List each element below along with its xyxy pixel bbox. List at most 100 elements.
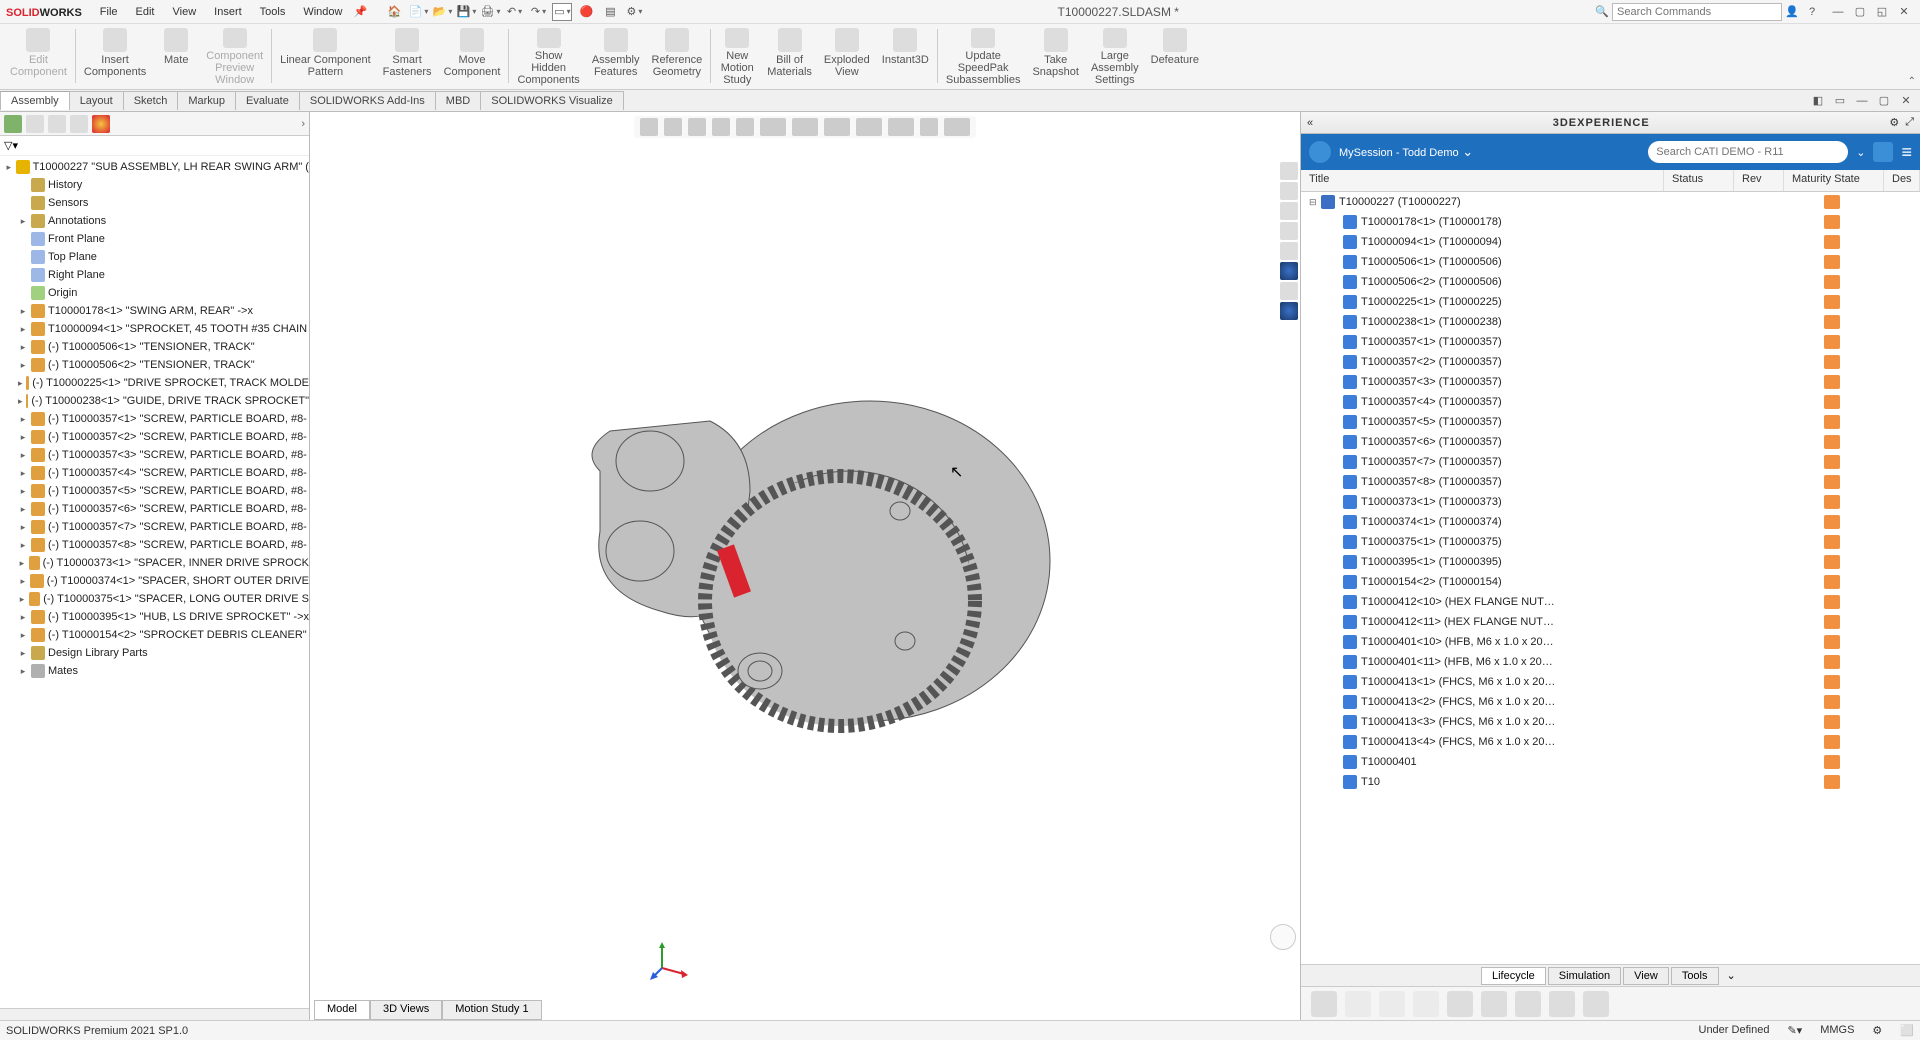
ribbon-instant3d[interactable]: Instant3D bbox=[876, 26, 935, 88]
doc-min-icon[interactable]: ▭ bbox=[1830, 92, 1850, 110]
tree-front-plane[interactable]: Front Plane bbox=[4, 230, 309, 248]
hide-show-icon[interactable] bbox=[824, 118, 850, 136]
ribbon-take[interactable]: TakeSnapshot bbox=[1026, 26, 1084, 88]
rp-item[interactable]: T10000357<7> (T10000357) bbox=[1301, 452, 1920, 472]
render-icon[interactable] bbox=[944, 118, 970, 136]
vp-tab-motion-study-1[interactable]: Motion Study 1 bbox=[442, 1000, 541, 1020]
tab-solidworks-add-ins[interactable]: SOLIDWORKS Add-Ins bbox=[299, 91, 436, 110]
fm-property-icon[interactable] bbox=[26, 115, 44, 133]
rp-item[interactable]: T10000401<10> (HFB, M6 x 1.0 x 20… bbox=[1301, 632, 1920, 652]
tree-part[interactable]: ▸(-) T10000357<3> "SCREW, PARTICLE BOARD… bbox=[4, 446, 309, 464]
rp-item[interactable]: T10000413<3> (FHCS, M6 x 1.0 x 20… bbox=[1301, 712, 1920, 732]
tree-part[interactable]: ▸(-) T10000506<1> "TENSIONER, TRACK" bbox=[4, 338, 309, 356]
search-commands-input[interactable] bbox=[1612, 3, 1782, 21]
action-db-icon[interactable] bbox=[1413, 991, 1439, 1017]
tree-origin[interactable]: Origin bbox=[4, 284, 309, 302]
rp-col-status[interactable]: Status bbox=[1664, 170, 1734, 191]
tree-part[interactable]: ▸(-) T10000374<1> "SPACER, SHORT OUTER D… bbox=[4, 572, 309, 590]
rp-item[interactable]: T10000357<5> (T10000357) bbox=[1301, 412, 1920, 432]
tp-home-icon[interactable] bbox=[1280, 162, 1298, 180]
feedback-bubble-icon[interactable] bbox=[1270, 924, 1296, 950]
tp-view-icon[interactable] bbox=[1280, 242, 1298, 260]
vp-tab-3d-views[interactable]: 3D Views bbox=[370, 1000, 442, 1020]
rp-item[interactable]: T10000357<4> (T10000357) bbox=[1301, 392, 1920, 412]
close-icon[interactable]: ✕ bbox=[1894, 3, 1914, 21]
options-list-icon[interactable]: ▤ bbox=[600, 3, 620, 21]
section-icon[interactable] bbox=[712, 118, 730, 136]
rp-item[interactable]: ⊟T10000227 (T10000227) bbox=[1301, 192, 1920, 212]
minimize-icon[interactable]: — bbox=[1828, 3, 1848, 21]
rp-col-maturity-state[interactable]: Maturity State bbox=[1784, 170, 1884, 191]
tab-mbd[interactable]: MBD bbox=[435, 91, 481, 110]
action-export-icon[interactable] bbox=[1583, 991, 1609, 1017]
menu-window[interactable]: Window bbox=[295, 4, 350, 20]
rp-item[interactable]: T10000373<1> (T10000373) bbox=[1301, 492, 1920, 512]
feature-tree[interactable]: ▸T10000227 "SUB ASSEMBLY, LH REAR SWING … bbox=[0, 156, 309, 1008]
rp-item[interactable]: T10000401 bbox=[1301, 752, 1920, 772]
tree-history[interactable]: History bbox=[4, 176, 309, 194]
panel-expand-icon[interactable]: ⤢ bbox=[1905, 116, 1914, 129]
threedx-search-input[interactable] bbox=[1648, 141, 1848, 163]
fm-dim-icon[interactable] bbox=[70, 115, 88, 133]
rp-item[interactable]: T10000225<1> (T10000225) bbox=[1301, 292, 1920, 312]
action-refresh-icon[interactable] bbox=[1447, 991, 1473, 1017]
print-icon[interactable]: 🖨 bbox=[480, 3, 500, 21]
home-icon[interactable]: 🏠 bbox=[384, 3, 404, 21]
tree-part[interactable]: ▸(-) T10000373<1> "SPACER, INNER DRIVE S… bbox=[4, 554, 309, 572]
ribbon-update[interactable]: UpdateSpeedPakSubassemblies bbox=[940, 26, 1027, 88]
tree-part[interactable]: ▸(-) T10000375<1> "SPACER, LONG OUTER DR… bbox=[4, 590, 309, 608]
tp-explorer-icon[interactable] bbox=[1280, 222, 1298, 240]
rp-item[interactable]: T10000413<2> (FHCS, M6 x 1.0 x 20… bbox=[1301, 692, 1920, 712]
rp-item[interactable]: T10000357<8> (T10000357) bbox=[1301, 472, 1920, 492]
rp-item[interactable]: T10000412<11> (HEX FLANGE NUT… bbox=[1301, 612, 1920, 632]
pin-icon[interactable]: 📌 bbox=[350, 3, 370, 21]
action-save-icon[interactable] bbox=[1311, 991, 1337, 1017]
ribbon-mate[interactable]: Mate bbox=[152, 26, 200, 88]
tab-evaluate[interactable]: Evaluate bbox=[235, 91, 300, 110]
tree-top-plane[interactable]: Top Plane bbox=[4, 248, 309, 266]
fm-expand-icon[interactable]: › bbox=[301, 118, 305, 130]
ribbon-bill-of[interactable]: Bill ofMaterials bbox=[761, 26, 818, 88]
scene-icon[interactable] bbox=[888, 118, 914, 136]
tp-custom-icon[interactable] bbox=[1280, 282, 1298, 300]
status-gear-icon[interactable]: ⚙ bbox=[1872, 1024, 1882, 1037]
tree-part[interactable]: ▸(-) T10000225<1> "DRIVE SPROCKET, TRACK… bbox=[4, 374, 309, 392]
menu-icon[interactable]: ≡ bbox=[1901, 142, 1912, 163]
rp-btab-simulation[interactable]: Simulation bbox=[1548, 967, 1621, 985]
rp-item[interactable]: T10 bbox=[1301, 772, 1920, 792]
rp-item[interactable]: T10000357<6> (T10000357) bbox=[1301, 432, 1920, 452]
new-doc-icon[interactable]: 📄 bbox=[408, 3, 428, 21]
rp-item[interactable]: T10000357<1> (T10000357) bbox=[1301, 332, 1920, 352]
rp-col-title[interactable]: Title bbox=[1301, 170, 1664, 191]
rp-btab-tools[interactable]: Tools bbox=[1671, 967, 1719, 985]
save-icon[interactable]: 💾 bbox=[456, 3, 476, 21]
prev-view-icon[interactable] bbox=[688, 118, 706, 136]
threedx-tree[interactable]: ⊟T10000227 (T10000227)T10000178<1> (T100… bbox=[1301, 192, 1920, 964]
session-name[interactable]: MySession - Todd Demo ⌄ bbox=[1339, 144, 1473, 160]
rp-item[interactable]: T10000375<1> (T10000375) bbox=[1301, 532, 1920, 552]
status-units[interactable]: MMGS bbox=[1820, 1024, 1854, 1037]
rp-item[interactable]: T10000154<2> (T10000154) bbox=[1301, 572, 1920, 592]
tree-part[interactable]: ▸T10000094<1> "SPROCKET, 45 TOOTH #35 CH… bbox=[4, 320, 309, 338]
menu-tools[interactable]: Tools bbox=[252, 4, 294, 20]
ribbon-show[interactable]: ShowHiddenComponents bbox=[511, 26, 585, 88]
open-icon[interactable]: 📂 bbox=[432, 3, 452, 21]
rp-item[interactable]: T10000412<10> (HEX FLANGE NUT… bbox=[1301, 592, 1920, 612]
rp-item[interactable]: T10000238<1> (T10000238) bbox=[1301, 312, 1920, 332]
rp-item[interactable]: T10000401<11> (HFB, M6 x 1.0 x 20… bbox=[1301, 652, 1920, 672]
action-sync-icon[interactable] bbox=[1481, 991, 1507, 1017]
menu-file[interactable]: File bbox=[92, 4, 126, 20]
view-settings-icon[interactable] bbox=[920, 118, 938, 136]
doc-window-icon[interactable]: ◧ bbox=[1808, 92, 1828, 110]
rp-btab-lifecycle[interactable]: Lifecycle bbox=[1481, 967, 1546, 985]
rp-item[interactable]: T10000374<1> (T10000374) bbox=[1301, 512, 1920, 532]
tree-part[interactable]: ▸(-) T10000357<1> "SCREW, PARTICLE BOARD… bbox=[4, 410, 309, 428]
view-orient-icon[interactable] bbox=[760, 118, 786, 136]
tree-annotations[interactable]: ▸Annotations bbox=[4, 212, 309, 230]
menu-edit[interactable]: Edit bbox=[128, 4, 163, 20]
tag-icon[interactable] bbox=[1873, 142, 1893, 162]
rebuild-icon[interactable]: 🔴 bbox=[576, 3, 596, 21]
tp-forum-icon[interactable] bbox=[1280, 302, 1298, 320]
rp-col-des[interactable]: Des bbox=[1884, 170, 1920, 191]
undo-icon[interactable]: ↶ bbox=[504, 3, 524, 21]
